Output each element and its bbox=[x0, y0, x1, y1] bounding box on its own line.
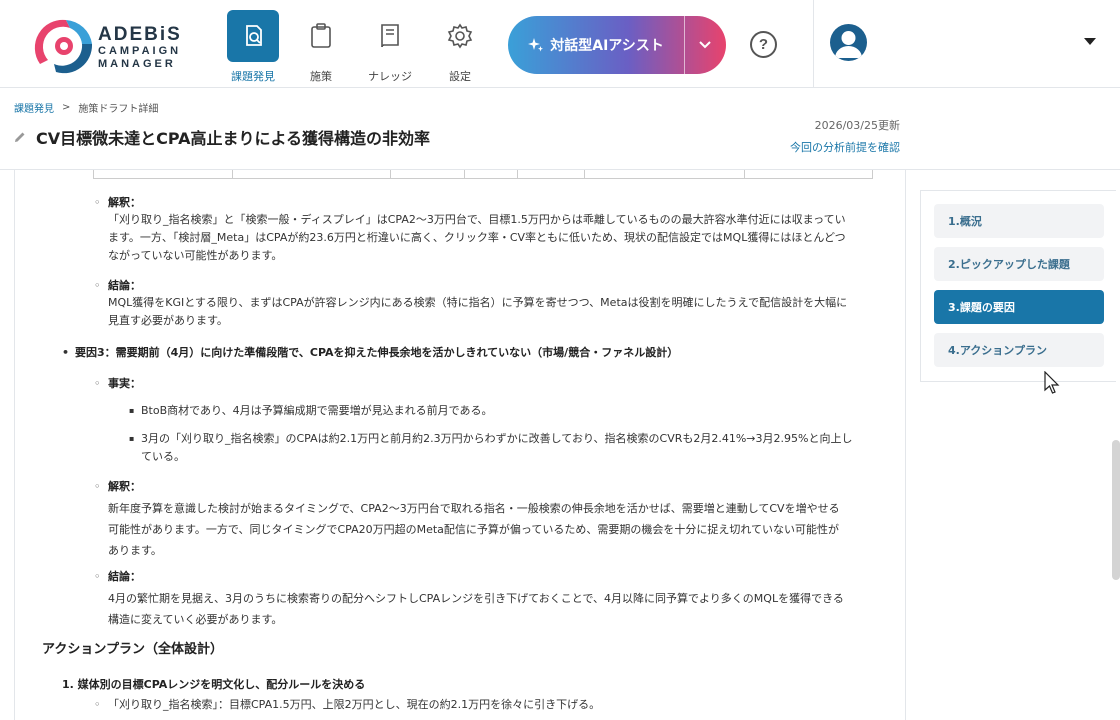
page-title: CV目標微未達とCPA高止まりによる獲得構造の非効率 bbox=[14, 125, 430, 149]
user-menu[interactable] bbox=[813, 0, 1120, 88]
interpretation-text: 新年度予算を意識した検討が始まるタイミングで、CPA2〜3万円台で取れる指名・一… bbox=[108, 498, 898, 561]
main-content: 解釈： 「刈り取り_指名検索」と「検索一般・ディスプレイ」はCPA2〜3万円台で… bbox=[14, 170, 906, 720]
list-item: 結論： bbox=[94, 568, 141, 586]
brand-logo[interactable]: ADEBiS CAMPAIGN MANAGER bbox=[26, 14, 196, 76]
text-line: あります。 bbox=[108, 544, 162, 557]
section-side-nav: 1.概況 2.ピックアップした課題 3.課題の要因 4.アクションプラン bbox=[920, 190, 1116, 382]
interpretation-label: 解釈： bbox=[108, 196, 141, 209]
help-label: ? bbox=[758, 36, 769, 53]
app-header: ADEBiS CAMPAIGN MANAGER 課題発見 施策 ナレッジ 設定 … bbox=[0, 0, 1120, 88]
side-nav-item-issue-factors[interactable]: 3.課題の要因 bbox=[934, 290, 1104, 324]
book-icon bbox=[364, 10, 416, 62]
action-plan-heading: アクションプラン（全体設計） bbox=[42, 642, 223, 657]
breadcrumb-separator: > bbox=[62, 102, 71, 113]
nav-item-settings[interactable]: 設定 bbox=[432, 10, 488, 84]
action-item: 1. 媒体別の目標CPAレンジを明文化し、配分ルールを決める bbox=[62, 678, 366, 691]
table-column-divider bbox=[744, 170, 745, 179]
table-column-divider bbox=[232, 170, 233, 179]
ai-assist-main[interactable]: 対話型AIアシスト bbox=[508, 35, 684, 55]
list-item: 結論： bbox=[94, 277, 141, 295]
conclusion-label: 結論： bbox=[108, 279, 141, 292]
factor-heading: 要因3：需要期前（4月）に向けた準備段階で、CPAを抑えた伸長余地を活かしきれて… bbox=[62, 344, 678, 362]
logo-mark-icon bbox=[34, 19, 93, 74]
pencil-icon[interactable] bbox=[14, 131, 26, 143]
fact-item: BtoB商材であり、4月は予算編成期で需要増が見込まれる前月である。 bbox=[129, 402, 493, 420]
logo-line2: CAMPAIGN bbox=[98, 45, 182, 57]
ai-assist-dropdown[interactable] bbox=[685, 40, 725, 50]
list-item: 事実： bbox=[94, 375, 141, 393]
breadcrumb-current: 施策ドラフト詳細 bbox=[78, 104, 159, 115]
nav-item-issue-discovery[interactable]: 課題発見 bbox=[225, 10, 281, 84]
list-item: 解釈： bbox=[94, 478, 141, 496]
interpretation-text: 「刈り取り_指名検索」と「検索一般・ディスプレイ」はCPA2〜3万円台で、目標1… bbox=[108, 211, 898, 265]
side-nav-item-overview[interactable]: 1.概況 bbox=[934, 204, 1104, 238]
conclusion-text: MQL獲得をKGIとする限り、まずはCPAが許容レンジ内にある検索（特に指名）に… bbox=[108, 294, 898, 330]
breadcrumb: 課題発見 > 施策ドラフト詳細 bbox=[14, 100, 158, 115]
table-column-divider bbox=[464, 170, 465, 179]
text-line: 見直す必要があります。 bbox=[108, 314, 228, 327]
user-icon bbox=[835, 31, 862, 58]
logo-line3: MANAGER bbox=[98, 58, 176, 70]
page-title-text: CV目標微未達とCPA高止まりによる獲得構造の非効率 bbox=[36, 129, 431, 148]
ai-assist-button[interactable]: 対話型AIアシスト bbox=[508, 16, 726, 74]
fact-label: 事実： bbox=[108, 377, 141, 390]
analysis-premise-link[interactable]: 今回の分析前提を確認 bbox=[790, 139, 900, 155]
table-column-divider bbox=[517, 170, 518, 179]
action-sub-item: 「刈り取り_指名検索」：目標CPA1.5万円、上限2万円とし、現在の約2.1万円… bbox=[94, 696, 600, 714]
text-line: 新年度予算を意識した検討が始まるタイミングで、CPA2〜3万円台で取れる指名・一… bbox=[108, 502, 840, 515]
fact-item: 3月の「刈り取り_指名検索」のCPAは約2.1万円と前月約2.3万円からわずかに… bbox=[129, 430, 881, 466]
page-scrollbar[interactable] bbox=[1112, 440, 1120, 580]
table-column-divider bbox=[390, 170, 391, 179]
interpretation-label: 解釈： bbox=[108, 480, 141, 493]
side-nav-item-picked-issues[interactable]: 2.ピックアップした課題 bbox=[934, 247, 1104, 281]
conclusion-text: 4月の繁忙期を見据え、3月のうちに検索寄りの配分へシフトしCPAレンジを引き下げ… bbox=[108, 588, 898, 630]
list-item: 解釈： bbox=[94, 194, 141, 212]
text-line: 構造に変えていく必要があります。 bbox=[108, 613, 283, 626]
nav-label-issue-discovery: 課題発見 bbox=[231, 70, 275, 83]
table-column-divider bbox=[584, 170, 585, 179]
text-line: MQL獲得をKGIとする限り、まずはCPAが許容レンジ内にある検索（特に指名）に… bbox=[108, 296, 848, 309]
logo-line1: ADEBiS bbox=[98, 24, 182, 45]
text-line: 可能性があります。一方で、同じタイミングでCPA20万円超のMeta配信に予算が… bbox=[108, 523, 840, 536]
chevron-down-icon bbox=[699, 41, 711, 49]
user-menu-caret-icon[interactable] bbox=[1084, 38, 1096, 45]
clipboard-icon bbox=[295, 10, 347, 62]
issue-search-icon bbox=[227, 10, 279, 62]
nav-label-settings: 設定 bbox=[449, 70, 471, 83]
avatar[interactable] bbox=[830, 24, 867, 61]
breadcrumb-root-link[interactable]: 課題発見 bbox=[14, 100, 54, 115]
text-line: ながっていない可能性があります。 bbox=[108, 249, 283, 262]
text-line: ている。 bbox=[141, 450, 185, 463]
help-icon[interactable]: ? bbox=[750, 31, 777, 58]
text-line: 「刈り取り_指名検索」と「検索一般・ディスプレイ」はCPA2〜3万円台で、目標1… bbox=[108, 213, 846, 226]
ai-assist-label: 対話型AIアシスト bbox=[550, 38, 664, 54]
side-nav-item-action-plan[interactable]: 4.アクションプラン bbox=[934, 333, 1104, 367]
logo-text: ADEBiS CAMPAIGN MANAGER bbox=[98, 25, 182, 71]
mouse-cursor-icon bbox=[1044, 371, 1060, 394]
sparkle-icon bbox=[528, 38, 544, 52]
nav-item-knowledge[interactable]: ナレッジ bbox=[362, 10, 418, 84]
data-table-bottom bbox=[93, 170, 873, 179]
updated-date: 2026/03/25更新 bbox=[814, 119, 900, 132]
nav-label-knowledge: ナレッジ bbox=[368, 70, 412, 83]
page-title-bar: 課題発見 > 施策ドラフト詳細 CV目標微未達とCPA高止まりによる獲得構造の非… bbox=[0, 89, 1120, 170]
nav-item-measures[interactable]: 施策 bbox=[293, 10, 349, 84]
nav-label-measures: 施策 bbox=[310, 70, 332, 83]
gear-icon bbox=[434, 10, 486, 62]
conclusion-label: 結論： bbox=[108, 570, 141, 583]
text-line: ます。一方、「検討層_Meta」はCPAが約23.6万円と桁違いに高く、クリック… bbox=[108, 231, 846, 244]
text-line: 3月の「刈り取り_指名検索」のCPAは約2.1万円と前月約2.3万円からわずかに… bbox=[141, 432, 853, 445]
text-line: 4月の繁忙期を見据え、3月のうちに検索寄りの配分へシフトしCPAレンジを引き下げ… bbox=[108, 592, 844, 605]
